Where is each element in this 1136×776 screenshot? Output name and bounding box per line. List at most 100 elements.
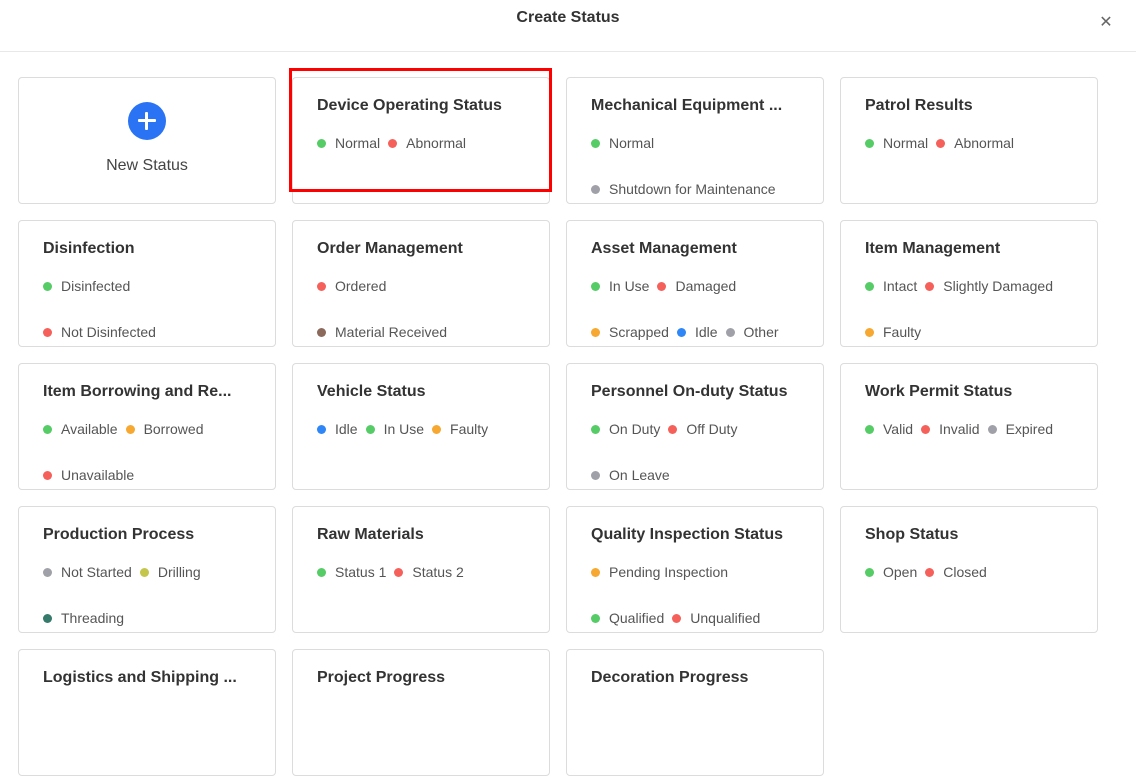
status-tag-list: Disinfected Not Disinfected (43, 275, 251, 343)
close-button[interactable]: ✕ (1094, 10, 1118, 34)
card-title: Item Borrowing and Re... (43, 383, 232, 400)
status-tag: Unqualified (672, 607, 760, 629)
status-dot-icon (925, 281, 935, 291)
status-tag: Normal (317, 132, 380, 154)
status-template-card[interactable]: Shop Status Open Closed (840, 506, 1098, 633)
status-dot-icon (987, 424, 997, 434)
status-dot-icon (43, 470, 52, 480)
status-tag: Other (725, 321, 779, 343)
status-tag: Abnormal (936, 132, 1014, 154)
status-template-card[interactable]: Logistics and Shipping ... (18, 649, 276, 776)
status-dot-icon (43, 567, 52, 577)
new-status-card[interactable]: New Status (18, 77, 276, 204)
status-label: Damaged (675, 278, 737, 294)
status-tag: Not Started (43, 561, 132, 583)
status-template-card[interactable]: Work Permit Status Valid Invalid Expired (840, 363, 1098, 490)
status-label: Drilling (157, 564, 201, 580)
status-tag: Invalid (921, 418, 980, 440)
status-template-card[interactable]: Quality Inspection Status Pending Inspect… (566, 506, 824, 633)
status-template-card[interactable]: Item Management Intact Slightly Damaged Fau… (840, 220, 1098, 347)
status-dot-icon (317, 138, 326, 148)
status-template-card[interactable]: Vehicle Status Idle In Use Faulty (292, 363, 550, 490)
dialog-header: Create Status ✕ (0, 0, 1136, 52)
status-dot-icon (317, 424, 326, 434)
status-label: Disinfected (61, 278, 131, 294)
status-tag: Material Received (317, 321, 447, 343)
status-dot-icon (925, 567, 935, 577)
status-dot-icon (865, 424, 874, 434)
status-tag-list: Not Started Drilling Threading (43, 561, 251, 629)
status-dot-icon (432, 424, 442, 434)
status-dot-icon (317, 281, 326, 291)
status-label: On Leave (609, 467, 670, 483)
card-title: Raw Materials (317, 526, 424, 543)
status-label: Pending Inspection (609, 564, 729, 580)
status-label: In Use (383, 421, 425, 437)
status-tag: Ordered (317, 275, 386, 297)
status-tag: Disinfected (43, 275, 130, 297)
status-label: Shutdown for Maintenance (609, 181, 776, 197)
status-tag: In Use (365, 418, 425, 440)
status-dot-icon (668, 424, 678, 434)
status-template-card[interactable]: Disinfection Disinfected Not Disinfected (18, 220, 276, 347)
card-title: Project Progress (317, 669, 446, 686)
status-template-card[interactable]: Order Management Ordered Material Received (292, 220, 550, 347)
status-tag-list: In Use Damaged Scrapped Idle Other (591, 275, 799, 343)
status-label: Invalid (939, 421, 980, 437)
status-dot-icon (139, 567, 149, 577)
status-tag: Available (43, 418, 118, 440)
status-dot-icon (591, 470, 600, 480)
status-template-card[interactable]: Production Process Not Started Drilling Thr… (18, 506, 276, 633)
status-template-card[interactable]: Item Borrowing and Re... Available Borrowe… (18, 363, 276, 490)
status-tag: Threading (43, 607, 124, 629)
card-title: Work Permit Status (865, 383, 1013, 400)
status-tag: Faulty (432, 418, 488, 440)
card-title: Disinfection (43, 240, 135, 257)
status-template-card[interactable]: Mechanical Equipment ... Normal Shutdown f… (566, 77, 824, 204)
status-template-card[interactable]: Raw Materials Status 1 Status 2 (292, 506, 550, 633)
dialog-title: Create Status (516, 8, 620, 26)
card-title: Device Operating Status (317, 97, 502, 114)
card-title: Decoration Progress (591, 669, 749, 686)
status-template-card[interactable]: Project Progress (292, 649, 550, 776)
status-dot-icon (865, 327, 874, 337)
status-tag-list: Normal Abnormal (865, 132, 1073, 154)
status-tag-list: Ordered Material Received (317, 275, 525, 343)
card-title: Order Management (317, 240, 463, 257)
status-tag: Damaged (657, 275, 736, 297)
status-template-card[interactable]: Patrol Results Normal Abnormal (840, 77, 1098, 204)
status-dot-icon (365, 424, 375, 434)
card-title: Shop Status (865, 526, 959, 543)
status-label: Faulty (883, 324, 922, 340)
status-tag-list: Status 1 Status 2 (317, 561, 525, 583)
status-template-card[interactable]: Personnel On-duty Status On Duty Off Duty O… (566, 363, 824, 490)
status-dot-icon (936, 138, 946, 148)
status-tag: Not Disinfected (43, 321, 156, 343)
status-template-card[interactable]: Decoration Progress (566, 649, 824, 776)
card-title: Asset Management (591, 240, 737, 257)
card-title: Personnel On-duty Status (591, 383, 788, 400)
status-tag: Drilling (139, 561, 201, 583)
status-template-card[interactable]: Device Operating Status Normal Abnormal (292, 77, 550, 204)
status-tag: Scrapped (591, 321, 669, 343)
status-label: Ordered (335, 278, 387, 294)
status-label: Unavailable (61, 467, 135, 483)
status-label: Slightly Damaged (943, 278, 1053, 294)
status-dot-icon (591, 327, 600, 337)
status-label: In Use (609, 278, 650, 294)
status-tag: Idle (676, 321, 718, 343)
status-label: Normal (883, 135, 929, 151)
status-label: Open (883, 564, 918, 580)
status-dot-icon (317, 327, 326, 337)
status-label: Intact (883, 278, 918, 294)
status-tag: Intact (865, 275, 917, 297)
status-label: Valid (883, 421, 914, 437)
status-tag: In Use (591, 275, 649, 297)
card-title: Mechanical Equipment ... (591, 97, 783, 114)
status-label: Normal (609, 135, 655, 151)
plus-circle-icon (128, 102, 166, 140)
status-template-card[interactable]: Asset Management In Use Damaged Scrapped Idl… (566, 220, 824, 347)
status-label: Status 2 (412, 564, 464, 580)
status-label: Not Started (61, 564, 132, 580)
status-label: Closed (943, 564, 987, 580)
